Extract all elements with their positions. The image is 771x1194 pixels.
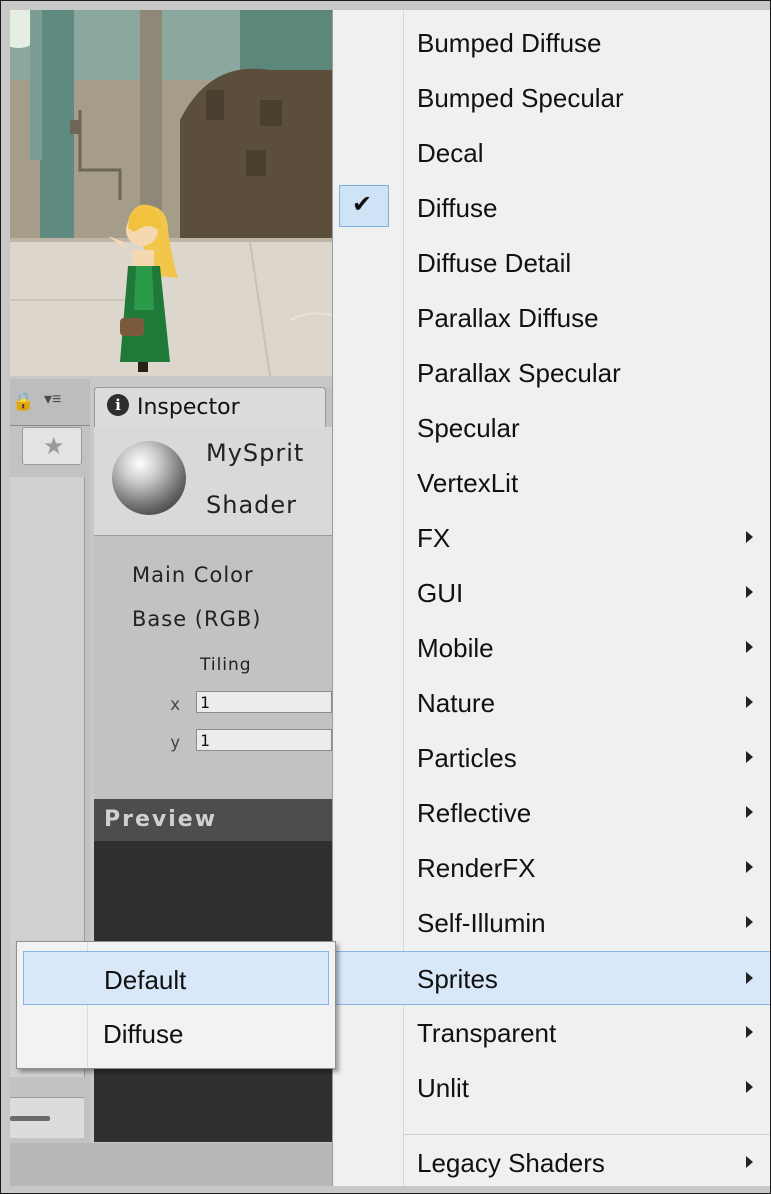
shader-label: Shader <box>206 491 298 519</box>
menu-item-label: Sprites <box>417 964 498 994</box>
menu-item-label: Unlit <box>417 1073 470 1103</box>
menu-item-sprites[interactable]: Sprites <box>333 951 770 1005</box>
preview-header[interactable]: Preview <box>94 799 332 841</box>
unity-editor-window: 🔒 ▾≡ ★ i Inspector MySprit Shader Main C… <box>0 0 771 1194</box>
tiling-x-field[interactable]: 1 <box>196 691 332 713</box>
lock-icon[interactable]: 🔒 <box>12 391 34 412</box>
menu-item-label: Specular <box>417 413 520 443</box>
menu-item-particles[interactable]: Particles <box>333 731 770 785</box>
submenu-item-label: Diffuse <box>103 1019 184 1049</box>
menu-item-label: Decal <box>417 138 484 168</box>
menu-item-label: GUI <box>417 578 464 608</box>
menu-item-fx[interactable]: FX <box>333 511 770 565</box>
zoom-slider-area[interactable] <box>10 1097 84 1138</box>
tiling-y-field[interactable]: 1 <box>196 729 332 751</box>
submenu-arrow-icon <box>746 641 753 653</box>
tab-inspector-label: Inspector <box>137 395 240 420</box>
menu-item-reflective[interactable]: Reflective <box>333 786 770 840</box>
favorites-button[interactable]: ★ <box>22 427 82 465</box>
menu-item-label: Transparent <box>417 1018 557 1048</box>
menu-item-diffuse-detail[interactable]: Diffuse Detail <box>333 236 770 290</box>
menu-item-mobile[interactable]: Mobile <box>333 621 770 675</box>
menu-item-label: VertexLit <box>417 468 519 498</box>
submenu-item-default[interactable]: Default <box>23 951 329 1005</box>
menu-item-label: Diffuse <box>417 193 498 223</box>
menu-separator <box>403 1134 770 1135</box>
checkmark-icon: ✔ <box>352 190 373 218</box>
menu-item-bumped-specular[interactable]: Bumped Specular <box>333 71 770 125</box>
panel-toolbar: 🔒 ▾≡ <box>10 379 90 426</box>
bottom-strip <box>10 1143 332 1186</box>
menu-item-label: Reflective <box>417 798 532 828</box>
tiling-x-label: x <box>170 695 181 715</box>
menu-item-transparent[interactable]: Transparent <box>333 1006 770 1060</box>
submenu-arrow-icon <box>746 1156 753 1168</box>
submenu-arrow-icon <box>746 1081 753 1093</box>
base-rgb-label: Base (RGB) <box>132 607 262 631</box>
menu-item-legacy-shaders[interactable]: Legacy Shaders <box>333 1136 770 1190</box>
menu-item-label: Bumped Diffuse <box>417 28 602 58</box>
tiling-label: Tiling <box>200 655 252 675</box>
material-name: MySprit <box>206 439 305 467</box>
menu-item-label: Nature <box>417 688 496 718</box>
tiling-y-label: y <box>170 733 181 753</box>
scene-illustration <box>10 10 332 376</box>
menu-item-vertexlit[interactable]: VertexLit <box>333 456 770 510</box>
menu-item-label: FX <box>417 523 451 553</box>
menu-item-label: Parallax Specular <box>417 358 621 388</box>
zoom-slider[interactable] <box>10 1116 50 1121</box>
menu-item-nature[interactable]: Nature <box>333 676 770 730</box>
menu-item-specular[interactable]: Specular <box>333 401 770 455</box>
panel-menu-icon[interactable]: ▾≡ <box>44 389 61 409</box>
submenu-arrow-icon <box>746 1026 753 1038</box>
menu-item-label: Diffuse Detail <box>417 248 572 278</box>
star-icon: ★ <box>43 433 65 460</box>
menu-item-diffuse[interactable]: ✔ Diffuse <box>333 181 770 235</box>
menu-item-label: Mobile <box>417 633 494 663</box>
menu-item-parallax-diffuse[interactable]: Parallax Diffuse <box>333 291 770 345</box>
submenu-arrow-icon <box>746 972 753 984</box>
menu-item-label: Self-Illumin <box>417 908 546 938</box>
submenu-arrow-icon <box>746 531 753 543</box>
shader-dropdown-menu: Bumped Diffuse Bumped Specular Decal ✔ D… <box>332 10 770 1186</box>
menu-item-label: Parallax Diffuse <box>417 303 599 333</box>
submenu-arrow-icon <box>746 806 753 818</box>
submenu-arrow-icon <box>746 861 753 873</box>
menu-item-label: Legacy Shaders <box>417 1148 605 1178</box>
material-header: MySprit Shader <box>94 427 332 536</box>
menu-item-label: Bumped Specular <box>417 83 624 113</box>
menu-item-self-illumin[interactable]: Self-Illumin <box>333 896 770 950</box>
scene-view[interactable] <box>10 10 332 376</box>
menu-item-label: RenderFX <box>417 853 536 883</box>
submenu-item-label: Default <box>104 965 187 995</box>
menu-item-parallax-specular[interactable]: Parallax Specular <box>333 346 770 400</box>
menu-item-decal[interactable]: Decal <box>333 126 770 180</box>
menu-item-bumped-diffuse[interactable]: Bumped Diffuse <box>333 16 770 70</box>
preview-label: Preview <box>104 807 218 832</box>
submenu-arrow-icon <box>746 586 753 598</box>
material-preview-sphere <box>112 441 186 515</box>
checked-indicator: ✔ <box>339 185 389 227</box>
menu-item-renderfx[interactable]: RenderFX <box>333 841 770 895</box>
menu-item-gui[interactable]: GUI <box>333 566 770 620</box>
submenu-item-diffuse[interactable]: Diffuse <box>17 1006 335 1060</box>
main-color-label: Main Color <box>132 563 254 587</box>
submenu-arrow-icon <box>746 751 753 763</box>
menu-item-unlit[interactable]: Unlit <box>333 1061 770 1115</box>
sprites-submenu: Default Diffuse <box>16 941 336 1069</box>
submenu-arrow-icon <box>746 696 753 708</box>
info-icon: i <box>107 394 129 416</box>
submenu-arrow-icon <box>746 916 753 928</box>
tab-inspector[interactable]: i Inspector <box>94 387 326 428</box>
menu-item-label: Particles <box>417 743 517 773</box>
